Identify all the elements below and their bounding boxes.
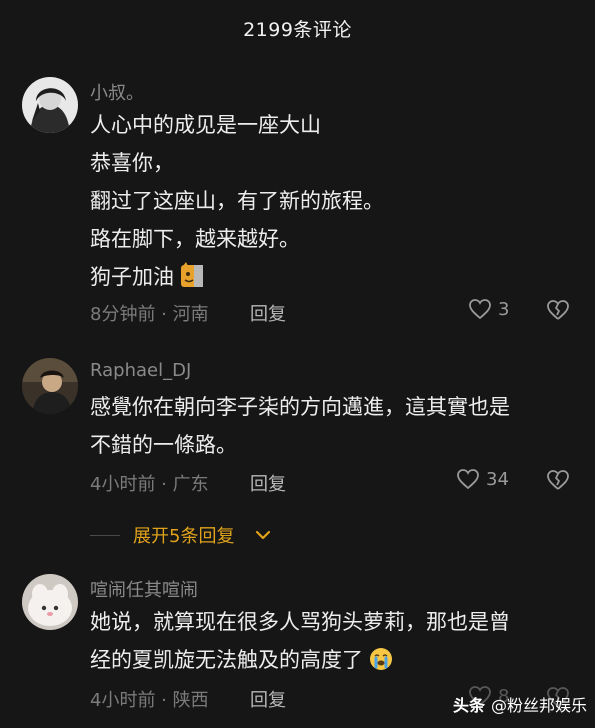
reply-button[interactable]: 回复: [250, 300, 286, 326]
expand-replies-button[interactable]: 展开5条回复: [0, 520, 595, 550]
broken-heart-icon: [547, 470, 569, 490]
heart-icon: [457, 469, 479, 490]
comments-header: 2199条评论: [0, 0, 595, 56]
like-count: 3: [498, 298, 510, 320]
source-watermark: 头条 @粉丝邦娱乐: [453, 690, 587, 718]
comment-line-text: 狗子加油: [90, 265, 174, 289]
comment-meta: 8分钟前 · 河南: [90, 304, 209, 325]
comment-meta: 4小时前 · 陕西: [90, 690, 209, 711]
watermark-account: @粉丝邦娱乐: [490, 696, 587, 715]
like-count: 34: [486, 468, 509, 490]
comment-text: 感覺你在朝向李子柒的方向邁進，這其實也是 不錯的一條路。: [90, 388, 570, 464]
comment-username[interactable]: 小叔。: [90, 79, 144, 105]
dislike-button[interactable]: [546, 299, 570, 325]
comment-line: 狗子加油: [90, 258, 570, 300]
like-button[interactable]: 34: [456, 468, 509, 490]
reply-button[interactable]: 回复: [250, 686, 286, 712]
watermark-brand: 头条: [452, 696, 485, 715]
comment-line: 翻过了这座山，有了新的旅程。: [90, 189, 384, 213]
crying-face-icon: [369, 645, 393, 683]
chevron-down-icon: [255, 526, 271, 545]
comment-meta: 4小时前 · 广东: [90, 474, 209, 495]
divider: [90, 535, 120, 536]
reply-button[interactable]: 回复: [250, 470, 286, 496]
broken-heart-icon: [547, 300, 569, 320]
heart-icon: [469, 299, 491, 320]
comments-count-title: 2199条评论: [243, 18, 352, 41]
avatar[interactable]: [22, 77, 78, 133]
comment-username[interactable]: 喧闹任其喧闹: [90, 576, 198, 602]
comment-line: 恭喜你，: [90, 151, 174, 175]
comment-line: 经的夏凯旋无法触及的高度了: [90, 641, 570, 683]
comment-line: 不錯的一條路。: [90, 433, 237, 457]
comment-line: 她说，就算现在很多人骂狗头萝莉，那也是曾: [90, 610, 510, 634]
like-button[interactable]: 3: [468, 298, 509, 320]
avatar[interactable]: [22, 574, 78, 630]
comment-username[interactable]: Raphael_DJ: [90, 360, 191, 381]
comment-line: 路在脚下，越来越好。: [90, 227, 300, 251]
dislike-button[interactable]: [546, 469, 570, 495]
avatar[interactable]: [22, 358, 78, 414]
comment-line-text: 经的夏凯旋无法触及的高度了: [90, 648, 363, 672]
expand-replies-label: 展开5条回复: [133, 526, 235, 547]
comment-line: 人心中的成见是一座大山: [90, 113, 321, 137]
comment-text: 她说，就算现在很多人骂狗头萝莉，那也是曾 经的夏凯旋无法触及的高度了: [90, 603, 570, 683]
dog-sticker-icon: [180, 262, 204, 300]
comment-line: 感覺你在朝向李子柒的方向邁進，這其實也是: [90, 395, 510, 419]
comment-text: 人心中的成见是一座大山 恭喜你， 翻过了这座山，有了新的旅程。 路在脚下，越来越…: [90, 106, 570, 300]
